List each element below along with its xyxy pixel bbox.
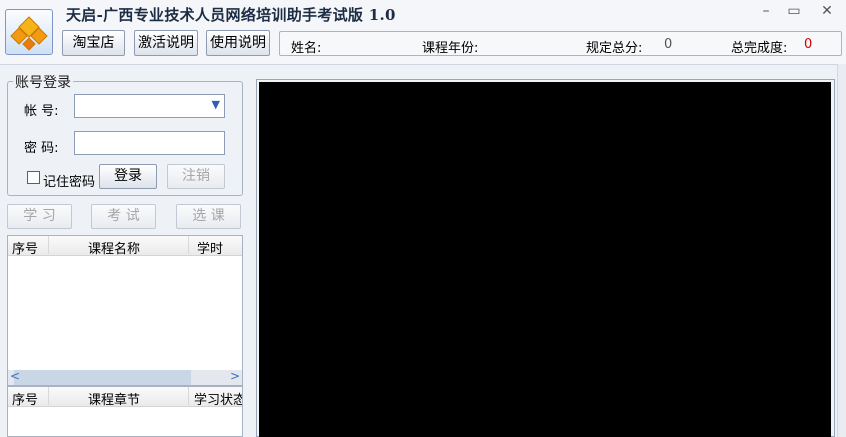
browser-view[interactable] bbox=[259, 82, 831, 437]
window-title: 天启-广西专业技术人员网络培训助手考试版 1.0 bbox=[66, 6, 396, 24]
scrollbar-thumb[interactable] bbox=[14, 370, 191, 385]
window-scrollbar[interactable] bbox=[837, 64, 846, 437]
password-field[interactable] bbox=[74, 131, 225, 155]
chapter-list-header: 序号 课程章节 学习状态 bbox=[8, 387, 242, 408]
usage-help-button[interactable]: 使用说明 bbox=[206, 30, 270, 56]
password-label: 密 码: bbox=[24, 141, 59, 156]
logout-button[interactable]: 注销 bbox=[167, 164, 225, 189]
completion-value: 0 bbox=[804, 37, 813, 52]
remember-password-checkbox[interactable] bbox=[27, 171, 40, 184]
name-label: 姓名: bbox=[291, 41, 322, 56]
required-score-value: 0 bbox=[664, 37, 673, 52]
column-header-chapter[interactable]: 课程章节 bbox=[88, 389, 140, 408]
course-list[interactable]: 序号 课程名称 学时 bbox=[7, 235, 243, 386]
activation-help-button[interactable]: 激活说明 bbox=[134, 30, 198, 56]
required-score-label: 规定总分: bbox=[586, 41, 643, 56]
column-header-hours[interactable]: 学时 bbox=[197, 238, 223, 257]
column-header-index[interactable]: 序号 bbox=[12, 238, 38, 257]
close-icon[interactable]: ✕ bbox=[816, 2, 838, 20]
divider bbox=[0, 64, 846, 65]
exam-button[interactable]: 考 试 bbox=[91, 204, 156, 229]
column-header-course-name[interactable]: 课程名称 bbox=[88, 238, 140, 257]
completion-label: 总完成度: bbox=[731, 41, 788, 56]
minimize-icon[interactable]: – bbox=[755, 2, 777, 20]
remember-password-label[interactable]: 记住密码 bbox=[43, 171, 95, 190]
maximize-icon[interactable]: ▭ bbox=[783, 2, 805, 20]
login-button[interactable]: 登录 bbox=[99, 164, 157, 189]
app-logo-icon bbox=[5, 9, 53, 55]
chapter-list[interactable]: 序号 课程章节 学习状态 bbox=[7, 386, 243, 437]
course-list-header: 序号 课程名称 学时 bbox=[8, 236, 242, 257]
column-header-index[interactable]: 序号 bbox=[12, 389, 38, 408]
course-year-label: 课程年份: bbox=[422, 41, 479, 56]
account-label: 帐 号: bbox=[24, 104, 59, 119]
chevron-down-icon[interactable]: ▼ bbox=[212, 98, 220, 111]
login-group-title: 账号登录 bbox=[13, 72, 73, 92]
column-header-study-status[interactable]: 学习状态 bbox=[194, 389, 242, 408]
taobao-store-button[interactable]: 淘宝店 bbox=[62, 30, 125, 56]
account-combobox[interactable]: ▼ bbox=[74, 94, 225, 118]
study-button[interactable]: 学 习 bbox=[7, 204, 72, 229]
scroll-left-icon[interactable]: < bbox=[10, 369, 20, 383]
scroll-right-icon[interactable]: > bbox=[230, 369, 240, 383]
select-course-button[interactable]: 选 课 bbox=[176, 204, 241, 229]
